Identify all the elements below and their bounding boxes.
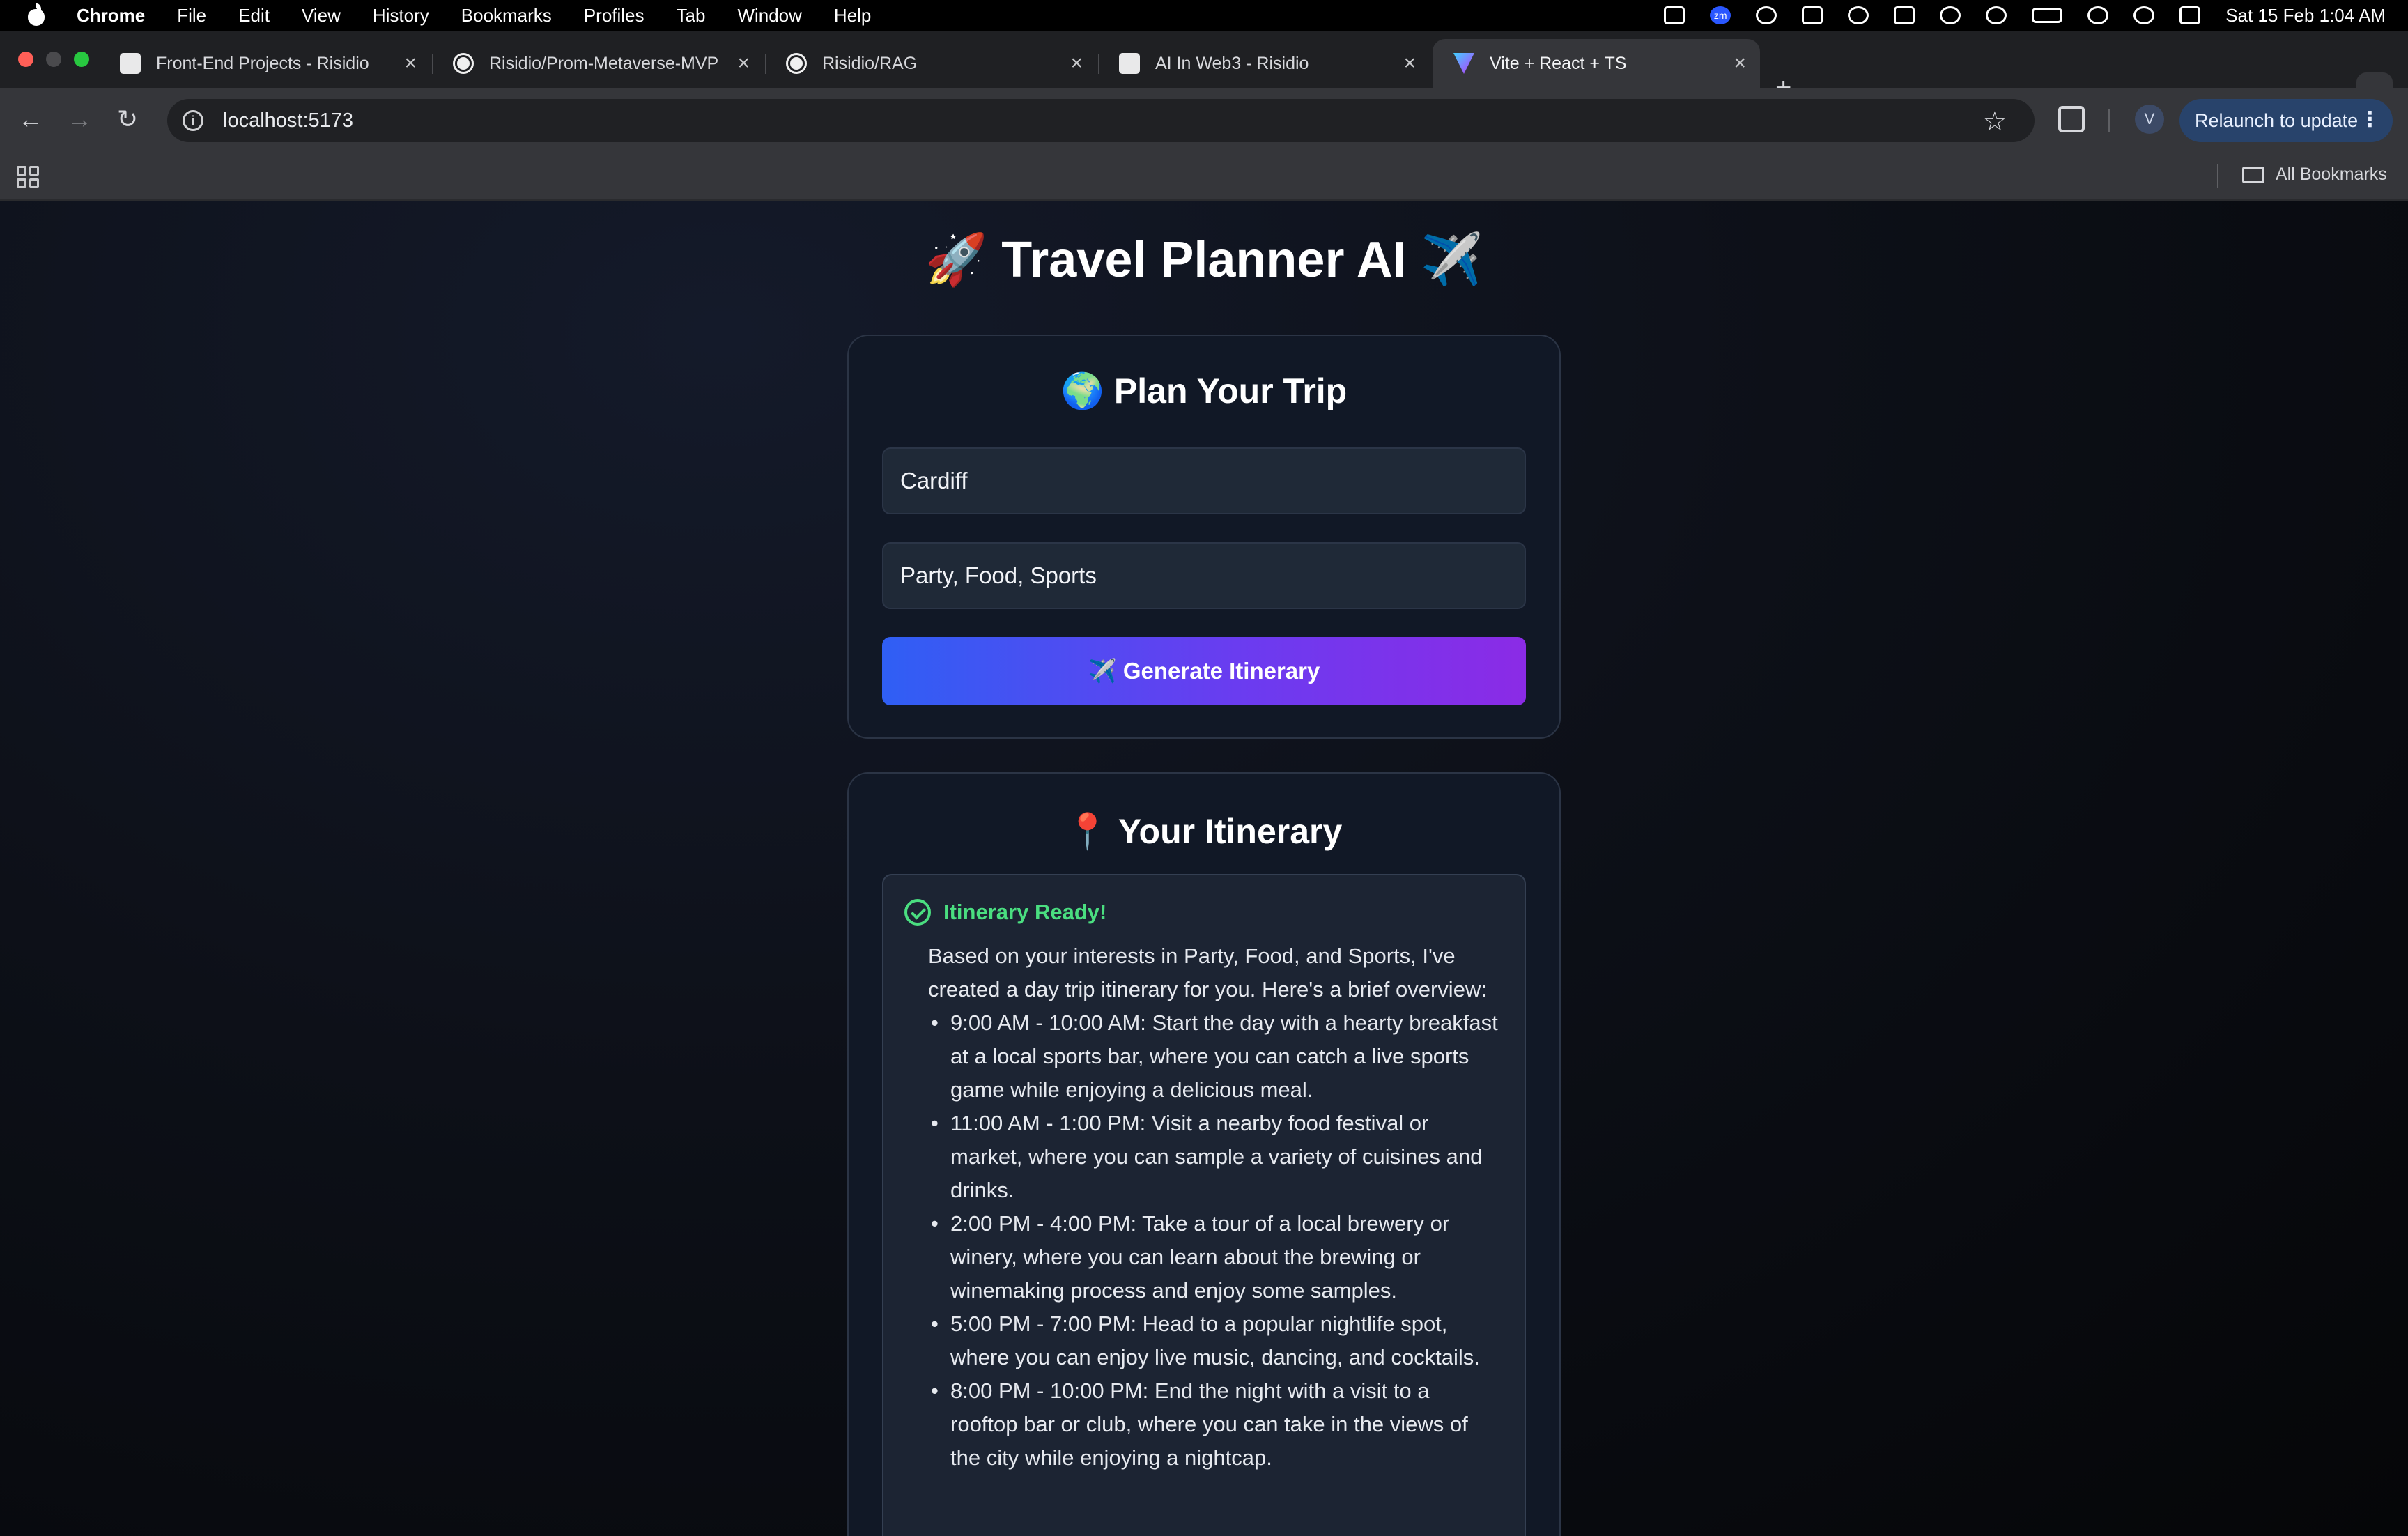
address-bar[interactable]: i localhost:5173 ☆ (167, 99, 2035, 142)
apple-icon[interactable] (26, 3, 46, 26)
itinerary-text: Based on your interests in Party, Food, … (928, 939, 1499, 1475)
menu-bookmarks[interactable]: Bookmarks (461, 5, 552, 26)
apps-grid-icon[interactable] (17, 166, 39, 188)
all-bookmarks-button[interactable]: All Bookmarks (2242, 164, 2387, 185)
tab-title: Vite + React + TS (1490, 53, 1627, 73)
w-app-icon[interactable] (1802, 6, 1823, 24)
menubar-clock[interactable]: Sat 15 Feb 1:04 AM (2225, 5, 2386, 26)
interests-input[interactable] (882, 542, 1526, 609)
openai-icon[interactable] (1756, 6, 1777, 24)
tab-title: Front-End Projects - Risidio (156, 53, 369, 73)
list-item: 5:00 PM - 7:00 PM: Head to a popular nig… (928, 1307, 1499, 1374)
tab-vite-react-ts[interactable]: Vite + React + TS × (1433, 39, 1760, 88)
plan-trip-card: 🌍 Plan Your Trip ✈️ Generate Itinerary (847, 335, 1561, 739)
user-circle-icon[interactable] (1940, 6, 1961, 24)
menu-view[interactable]: View (302, 5, 341, 26)
itinerary-intro: Based on your interests in Party, Food, … (928, 944, 1487, 1001)
more-menu-icon: ⋮ (2359, 108, 2380, 131)
battery-icon[interactable] (2032, 8, 2063, 23)
tab-title: Risidio/RAG (822, 53, 918, 73)
address-url[interactable]: localhost:5173 (223, 109, 353, 132)
window-zoom-button[interactable] (74, 52, 89, 67)
site-info-icon[interactable]: i (183, 110, 203, 131)
destination-input[interactable] (882, 447, 1526, 514)
video-icon[interactable] (1894, 6, 1915, 24)
reload-icon[interactable]: ↻ (117, 105, 138, 134)
tab-close-icon[interactable]: × (1070, 52, 1083, 75)
folder-icon (2242, 166, 2264, 183)
generate-itinerary-button[interactable]: ✈️ Generate Itinerary (882, 637, 1526, 705)
list-item: 9:00 AM - 10:00 AM: Start the day with a… (928, 1006, 1499, 1107)
play-icon[interactable] (1986, 6, 2007, 24)
itinerary-result-box: Itinerary Ready! Based on your interests… (882, 874, 1526, 1536)
chrome-toolbar: ← → ↻ i localhost:5173 ☆ V Relaunch to u… (0, 88, 2408, 152)
check-circle-icon (904, 899, 931, 926)
toolbar-divider (2108, 109, 2110, 132)
tab-ai-in-web3[interactable]: AI In Web3 - Risidio × (1098, 39, 1430, 88)
menu-edit[interactable]: Edit (238, 5, 270, 26)
menu-profiles[interactable]: Profiles (584, 5, 645, 26)
back-arrow-icon[interactable]: ← (18, 105, 43, 134)
clock-app-icon[interactable] (1848, 6, 1869, 24)
itinerary-status: Itinerary Ready! (904, 899, 1106, 926)
list-item: 8:00 PM - 10:00 PM: End the night with a… (928, 1374, 1499, 1475)
page-title: 🚀 Travel Planner AI ✈️ (925, 232, 1483, 288)
notion-icon (1119, 53, 1140, 74)
tab-front-end-projects[interactable]: Front-End Projects - Risidio × (99, 39, 431, 88)
menu-file[interactable]: File (177, 5, 206, 26)
itinerary-card-title: 📍 Your Itinerary (1065, 812, 1343, 851)
tab-prom-metaverse[interactable]: Risidio/Prom-Metaverse-MVP × (432, 39, 764, 88)
relaunch-to-update-button[interactable]: Relaunch to update ⋮ (2179, 99, 2393, 142)
github-icon (786, 53, 807, 74)
menu-tab[interactable]: Tab (677, 5, 706, 26)
figma-icon[interactable] (1664, 6, 1685, 24)
list-item: 11:00 AM - 1:00 PM: Visit a nearby food … (928, 1107, 1499, 1207)
status-icons: zm Sat 15 Feb 1:04 AM (1664, 0, 2386, 31)
vite-icon (1453, 53, 1474, 74)
window-minimize-button[interactable] (46, 52, 61, 67)
control-center-icon[interactable] (2179, 6, 2201, 24)
plan-card-title: 🌍 Plan Your Trip (1060, 371, 1348, 410)
status-label: Itinerary Ready! (943, 900, 1107, 924)
bookmarks-bar: All Bookmarks (0, 152, 2408, 201)
menu-help[interactable]: Help (834, 5, 871, 26)
all-bookmarks-label: All Bookmarks (2276, 164, 2387, 184)
chrome-tab-strip: Front-End Projects - Risidio × Risidio/P… (0, 31, 2408, 107)
macos-menu-bar: Chrome File Edit View History Bookmarks … (0, 0, 2408, 31)
list-item: 2:00 PM - 4:00 PM: Take a tour of a loca… (928, 1207, 1499, 1307)
relaunch-label: Relaunch to update (2195, 109, 2359, 131)
tab-title: AI In Web3 - Risidio (1155, 53, 1309, 73)
spotlight-search-icon[interactable] (2133, 6, 2155, 24)
tab-close-icon[interactable]: × (1403, 52, 1416, 75)
wifi-icon[interactable] (2087, 6, 2109, 24)
bookmarks-divider (2217, 164, 2218, 188)
tab-title: Risidio/Prom-Metaverse-MVP (489, 53, 719, 73)
window-close-button[interactable] (18, 52, 33, 67)
github-icon (453, 53, 474, 74)
itinerary-list: 9:00 AM - 10:00 AM: Start the day with a… (928, 1006, 1499, 1475)
menu-window[interactable]: Window (737, 5, 801, 26)
tab-close-icon[interactable]: × (404, 52, 417, 75)
zoom-icon[interactable]: zm (1710, 6, 1731, 24)
menu-app-name[interactable]: Chrome (77, 5, 145, 26)
extensions-puzzle-icon[interactable] (2058, 106, 2085, 132)
tab-close-icon[interactable]: × (737, 52, 750, 75)
tab-rag[interactable]: Risidio/RAG × (765, 39, 1097, 88)
bookmark-star-icon[interactable]: ☆ (1983, 106, 2007, 137)
forward-arrow-icon[interactable]: → (67, 105, 92, 134)
page-content: 🚀 Travel Planner AI ✈️ 🌍 Plan Your Trip … (0, 201, 2408, 1536)
tab-close-icon[interactable]: × (1734, 52, 1746, 75)
menu-history[interactable]: History (373, 5, 429, 26)
notion-icon (120, 53, 141, 74)
itinerary-card: 📍 Your Itinerary Itinerary Ready! Based … (847, 772, 1561, 1536)
profile-avatar[interactable]: V (2135, 105, 2164, 134)
